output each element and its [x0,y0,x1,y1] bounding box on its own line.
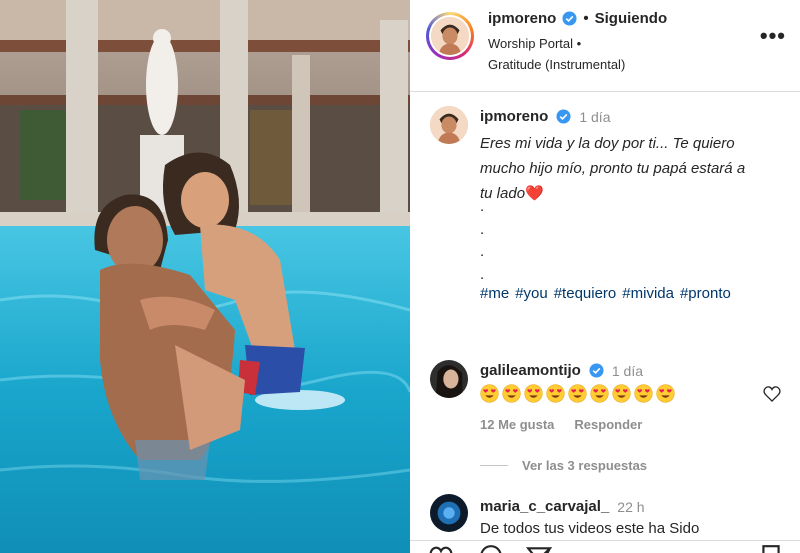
like-heart-icon[interactable] [428,544,454,553]
save-bookmark-icon[interactable] [758,544,784,553]
audio-artist: Worship Portal • [488,36,582,51]
avatar[interactable] [430,360,468,398]
comment-likes[interactable]: 12 Me gusta [480,417,554,432]
hashtag-link[interactable]: #pronto [680,285,731,302]
reply-button[interactable]: Responder [574,417,642,432]
post-caption: ipmoreno 1 día Eres mi vida y la doy por… [410,92,800,354]
comment-time[interactable]: 1 día [612,363,643,379]
comment-username[interactable]: maria_c_carvajal_ [480,498,609,515]
comment-emoji-text [480,384,675,403]
red-heart-emoji: ❤️ [525,185,544,202]
view-replies-label: Ver las 3 respuestas [522,458,648,473]
avatar[interactable] [430,106,468,144]
header-user-line: ipmoreno • Siguiendo [488,8,667,28]
verified-badge-icon [556,109,571,124]
heart-eyes-emoji-icon [656,384,675,403]
comment-item: galileamontijo 1 día 12 Me gusta Respond… [410,354,800,484]
caption-dots: . . . . [480,196,484,286]
author-avatar-story-ring[interactable] [426,12,474,60]
hashtag-link[interactable]: #me [480,285,509,302]
heart-eyes-emoji-icon [590,384,609,403]
comment-text: De todos tus videos este ha Sido [480,520,700,537]
comment-header: galileamontijo 1 día [480,362,643,379]
verified-badge-icon [589,363,604,378]
hashtag-link[interactable]: #you [515,285,548,302]
post-side-panel: ipmoreno • Siguiendo Worship Portal • Gr… [410,0,800,553]
comment-bubble-icon[interactable] [478,544,504,553]
heart-eyes-emoji-icon [502,384,521,403]
comment-time[interactable]: 22 h [617,499,644,515]
heart-outline-icon[interactable] [762,384,782,404]
share-send-icon[interactable] [526,544,552,553]
heart-eyes-emoji-icon [524,384,543,403]
comment-username[interactable]: galileamontijo [480,362,581,379]
caption-text: Eres mi vida y la doy por ti... Te quier… [480,131,790,206]
comment-actions: 12 Me gusta Responder [480,417,642,432]
caption-body: Eres mi vida y la doy por ti... Te quier… [480,135,746,202]
caption-time[interactable]: 1 día [579,109,610,125]
comment-item: maria_c_carvajal_ 22 h De todos tus vide… [410,490,800,540]
comment-header: maria_c_carvajal_ 22 h [480,498,645,515]
hashtag-link[interactable]: #tequiero [554,285,617,302]
heart-eyes-emoji-icon [634,384,653,403]
heart-eyes-emoji-icon [612,384,631,403]
heart-eyes-emoji-icon [546,384,565,403]
avatar [431,17,469,55]
caption-username[interactable]: ipmoreno [480,108,548,125]
verified-badge-icon [562,10,577,26]
audio-info[interactable]: Worship Portal • Gratitude (Instrumental… [488,33,625,75]
post-header: ipmoreno • Siguiendo Worship Portal • Gr… [410,0,800,92]
heart-eyes-emoji-icon [568,384,587,403]
hashtag-link[interactable]: #mivida [622,285,674,302]
caption-header: ipmoreno 1 día [480,108,610,125]
author-username[interactable]: ipmoreno [488,10,556,27]
following-button[interactable]: Siguiendo [595,10,668,27]
replies-divider [480,465,508,466]
post-action-bar [410,540,800,553]
avatar[interactable] [430,494,468,532]
view-replies-button[interactable]: Ver las 3 respuestas [480,458,647,473]
post-video[interactable] [0,0,410,553]
heart-eyes-emoji-icon [480,384,499,403]
caption-dots-text: . . . . [480,198,485,283]
separator-dot: • [583,9,589,27]
audio-track: Gratitude (Instrumental) [488,57,626,72]
hashtag-list: #me #you #tequiero #mivida #pronto [480,285,731,302]
more-options-button[interactable]: ••• [760,25,786,47]
pool-scene-image [0,0,410,553]
instagram-post-view: ipmoreno • Siguiendo Worship Portal • Gr… [0,0,800,553]
